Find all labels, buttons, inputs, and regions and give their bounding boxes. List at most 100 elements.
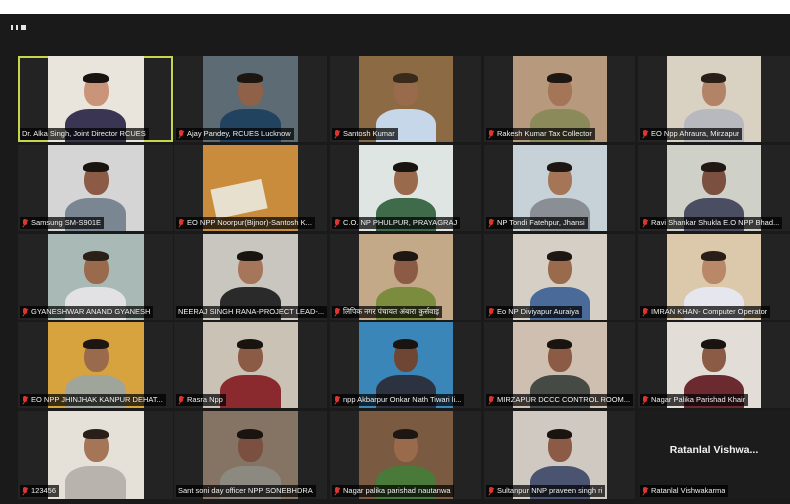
participant-tile[interactable]: Ajay Pandey, RCUES Lucknow: [174, 56, 327, 142]
participant-name-label: Santosh Kumar: [332, 128, 398, 140]
mic-muted-icon: [22, 218, 28, 228]
participant-tile[interactable]: Sant soni day officer NPP SONEBHDRA: [174, 411, 327, 499]
mic-muted-icon: [22, 395, 28, 405]
participant-name-label: Nagar Palika Parishad Khair: [640, 394, 749, 406]
participant-name: Ratanlal Vishwakarma: [651, 486, 726, 495]
participant-name: NEERAJ SINGH RANA-PROJECT LEAD-...: [178, 307, 325, 316]
participant-name: C.O. NP PHULPUR, PRAYAGRAJ: [343, 218, 458, 227]
participant-name: GYANESHWAR ANAND GYANESH: [31, 307, 151, 316]
participant-tile[interactable]: Rakesh Kumar Tax Collector: [484, 56, 635, 142]
participant-tile[interactable]: EO NPP Noorpur(Bijnor)-Santosh K...: [174, 145, 327, 231]
participant-name: Dr. Alka Singh, Joint Director RCUES: [22, 129, 146, 138]
participant-name: Nagar Palika Parishad Khair: [651, 395, 746, 404]
zoom-meeting-window: Dr. Alka Singh, Joint Director RCUES Ajay…: [0, 14, 790, 504]
mic-muted-icon: [334, 395, 340, 405]
participant-name-label: MIRZAPUR DCCC CONTROL ROOM...: [486, 394, 634, 406]
participant-name: NP Tondi Fatehpur, Jhansi: [497, 218, 585, 227]
participant-tile[interactable]: GYANESHWAR ANAND GYANESH: [18, 234, 173, 320]
mic-muted-icon: [488, 129, 494, 139]
participant-tile[interactable]: Ravi Shankar Shukla E.O NPP Bhad...: [638, 145, 790, 231]
participant-name: Sant soni day officer NPP SONEBHDRA: [178, 486, 313, 495]
participant-tile[interactable]: Ratanlal Vishwa... Ratanlal Vishwakarma: [638, 411, 790, 499]
participant-name: EO NPP JHINJHAK KANPUR DEHAT...: [31, 395, 163, 404]
participant-name-label: Sant soni day officer NPP SONEBHDRA: [176, 485, 316, 497]
participant-name: 123456: [31, 486, 57, 495]
participant-name-label: EO NPP Noorpur(Bijnor)-Santosh K...: [176, 217, 315, 229]
participant-tile[interactable]: Samsung SM-S901E: [18, 145, 173, 231]
mic-muted-icon: [488, 307, 494, 317]
participant-name-label: Ravi Shankar Shukla E.O NPP Bhad...: [640, 217, 783, 229]
participant-tile[interactable]: NP Tondi Fatehpur, Jhansi: [484, 145, 635, 231]
participant-name-label: 123456: [20, 485, 60, 497]
participant-name: Nagar palika parishad nautanwa: [343, 486, 451, 495]
mic-muted-icon: [178, 129, 184, 139]
mic-muted-icon: [178, 218, 184, 228]
participant-tile[interactable]: npp Akbarpur Onkar Nath Tiwari li...: [330, 322, 481, 408]
mic-muted-icon: [488, 486, 494, 496]
mic-muted-icon: [642, 218, 648, 228]
participant-tile[interactable]: Eo NP Diviyapur Auraiya: [484, 234, 635, 320]
participant-name: Sultanpur NNP praveen singh ri: [497, 486, 603, 495]
mic-muted-icon: [642, 486, 648, 496]
participant-tile[interactable]: Dr. Alka Singh, Joint Director RCUES: [18, 56, 173, 142]
participant-name: EO Npp Ahraura, Mirzapur: [651, 129, 740, 138]
gallery-grid: Dr. Alka Singh, Joint Director RCUES Ajay…: [0, 14, 790, 504]
mic-muted-icon: [22, 307, 28, 317]
participant-tile[interactable]: EO Npp Ahraura, Mirzapur: [638, 56, 790, 142]
participant-name-label: Sultanpur NNP praveen singh ri: [486, 485, 606, 497]
participant-name-label: IMRAN KHAN- Computer Operator: [640, 306, 771, 318]
participant-name-label: Rasra Npp: [176, 394, 226, 406]
participant-name-label: EO Npp Ahraura, Mirzapur: [640, 128, 743, 140]
participant-name-label: NP Tondi Fatehpur, Jhansi: [486, 217, 588, 229]
mic-muted-icon: [642, 129, 648, 139]
participant-name: IMRAN KHAN- Computer Operator: [651, 307, 768, 316]
mic-muted-icon: [334, 486, 340, 496]
participant-name: Rasra Npp: [187, 395, 223, 404]
participant-tile[interactable]: Nagar Palika Parishad Khair: [638, 322, 790, 408]
participant-name-label: npp Akbarpur Onkar Nath Tiwari li...: [332, 394, 465, 406]
participant-display-name: Ratanlal Vishwa...: [669, 444, 759, 457]
participant-name: MIRZAPUR DCCC CONTROL ROOM...: [497, 395, 631, 404]
grid-view-icon[interactable]: [11, 25, 26, 30]
participant-tile[interactable]: Nagar palika parishad nautanwa: [330, 411, 481, 499]
participant-name: Santosh Kumar: [343, 129, 395, 138]
participant-tile[interactable]: IMRAN KHAN- Computer Operator: [638, 234, 790, 320]
participant-name-label: Nagar palika parishad nautanwa: [332, 485, 454, 497]
participant-name: Ravi Shankar Shukla E.O NPP Bhad...: [651, 218, 780, 227]
participant-name: Eo NP Diviyapur Auraiya: [497, 307, 579, 316]
participant-tile[interactable]: C.O. NP PHULPUR, PRAYAGRAJ: [330, 145, 481, 231]
mic-muted-icon: [334, 218, 340, 228]
participant-tile[interactable]: MIRZAPUR DCCC CONTROL ROOM...: [484, 322, 635, 408]
participant-name-label: लिपिक नगर पंचायत अंबारा कुर्सवाइ: [332, 306, 442, 318]
mic-muted-icon: [488, 395, 494, 405]
participant-name: npp Akbarpur Onkar Nath Tiwari li...: [343, 395, 462, 404]
mic-muted-icon: [642, 307, 648, 317]
mic-muted-icon: [488, 218, 494, 228]
top-bar: [0, 14, 790, 42]
participant-name-label: NEERAJ SINGH RANA-PROJECT LEAD-...: [176, 306, 327, 318]
participant-name-label: EO NPP JHINJHAK KANPUR DEHAT...: [20, 394, 166, 406]
participant-name-label: Samsung SM-S901E: [20, 217, 105, 229]
participant-name-label: C.O. NP PHULPUR, PRAYAGRAJ: [332, 217, 461, 229]
participant-name-label: Ratanlal Vishwakarma: [640, 485, 729, 497]
participant-tile[interactable]: Sultanpur NNP praveen singh ri: [484, 411, 635, 499]
participant-tile[interactable]: Rasra Npp: [174, 322, 327, 408]
participant-tile[interactable]: लिपिक नगर पंचायत अंबारा कुर्सवाइ: [330, 234, 481, 320]
mic-muted-icon: [334, 129, 340, 139]
participant-tile[interactable]: EO NPP JHINJHAK KANPUR DEHAT...: [18, 322, 173, 408]
participant-name-label: Eo NP Diviyapur Auraiya: [486, 306, 582, 318]
participant-tile[interactable]: 123456: [18, 411, 173, 499]
participant-name-label: Rakesh Kumar Tax Collector: [486, 128, 595, 140]
mic-muted-icon: [334, 307, 340, 317]
participant-name: Ajay Pandey, RCUES Lucknow: [187, 129, 291, 138]
participant-name-label: Dr. Alka Singh, Joint Director RCUES: [20, 128, 149, 140]
participant-name: Samsung SM-S901E: [31, 218, 102, 227]
participant-name-label: Ajay Pandey, RCUES Lucknow: [176, 128, 294, 140]
mic-muted-icon: [178, 395, 184, 405]
participant-name: लिपिक नगर पंचायत अंबारा कुर्सवाइ: [343, 307, 439, 316]
participant-tile[interactable]: Santosh Kumar: [330, 56, 481, 142]
mic-muted-icon: [642, 395, 648, 405]
participant-name-label: GYANESHWAR ANAND GYANESH: [20, 306, 154, 318]
participant-name: EO NPP Noorpur(Bijnor)-Santosh K...: [187, 218, 312, 227]
participant-tile[interactable]: NEERAJ SINGH RANA-PROJECT LEAD-...: [174, 234, 327, 320]
